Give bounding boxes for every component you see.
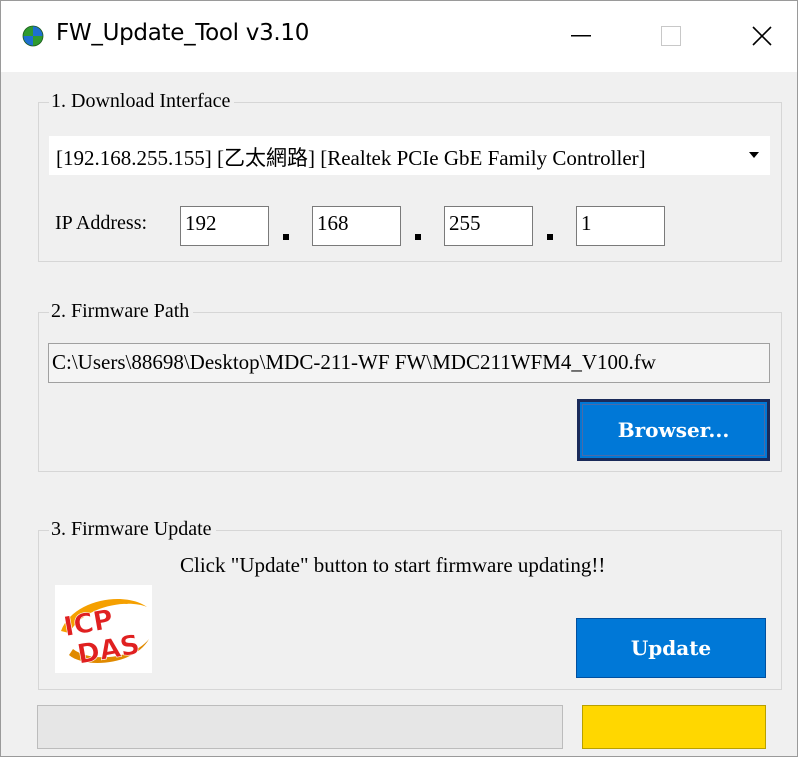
ip-octet-3-field[interactable]: 255 <box>444 206 533 246</box>
firmware-update-legend: 3. Firmware Update <box>49 517 216 541</box>
interface-dropdown-button[interactable] <box>740 136 770 175</box>
ip-separator <box>283 234 289 240</box>
ip-octet-2-field[interactable]: 168 <box>312 206 401 246</box>
ip-separator <box>415 234 421 240</box>
ip-octet-4-field[interactable]: 1 <box>576 206 665 246</box>
update-hint-text: Click "Update" button to start firmware … <box>180 553 606 577</box>
status-indicator <box>582 705 766 749</box>
download-interface-legend: 1. Download Interface <box>49 89 235 113</box>
firmware-path-legend: 2. Firmware Path <box>49 299 194 323</box>
title-bar[interactable]: FW_Update_Tool v3.10 <box>0 0 798 72</box>
icp-das-logo: ICP DAS <box>55 585 152 673</box>
icp-das-logo-icon: ICP DAS <box>61 599 149 671</box>
window-title: FW_Update_Tool v3.10 <box>56 20 310 46</box>
firmware-path-field[interactable]: C:\Users\88698\Desktop\MDC-211-WF FW\MDC… <box>48 343 770 383</box>
progress-bar <box>37 705 563 749</box>
ip-address-label: IP Address: <box>55 212 148 234</box>
close-icon <box>752 26 772 46</box>
interface-select-value: [192.168.255.155] [乙太網路] [Realtek PCIe G… <box>56 146 646 170</box>
globe-icon <box>22 25 44 47</box>
minimize-button[interactable] <box>550 0 612 72</box>
ip-octet-1-field[interactable]: 192 <box>180 206 269 246</box>
interface-select[interactable]: [192.168.255.155] [乙太網路] [Realtek PCIe G… <box>49 136 770 175</box>
close-button[interactable] <box>731 0 793 72</box>
update-button[interactable]: Update <box>576 618 766 678</box>
chevron-down-icon <box>749 152 759 158</box>
maximize-button[interactable] <box>640 0 702 72</box>
download-interface-group <box>38 102 782 262</box>
maximize-icon <box>661 26 681 46</box>
ip-separator <box>547 234 553 240</box>
minimize-icon <box>571 35 591 37</box>
browse-button[interactable]: Browser... <box>577 399 770 461</box>
